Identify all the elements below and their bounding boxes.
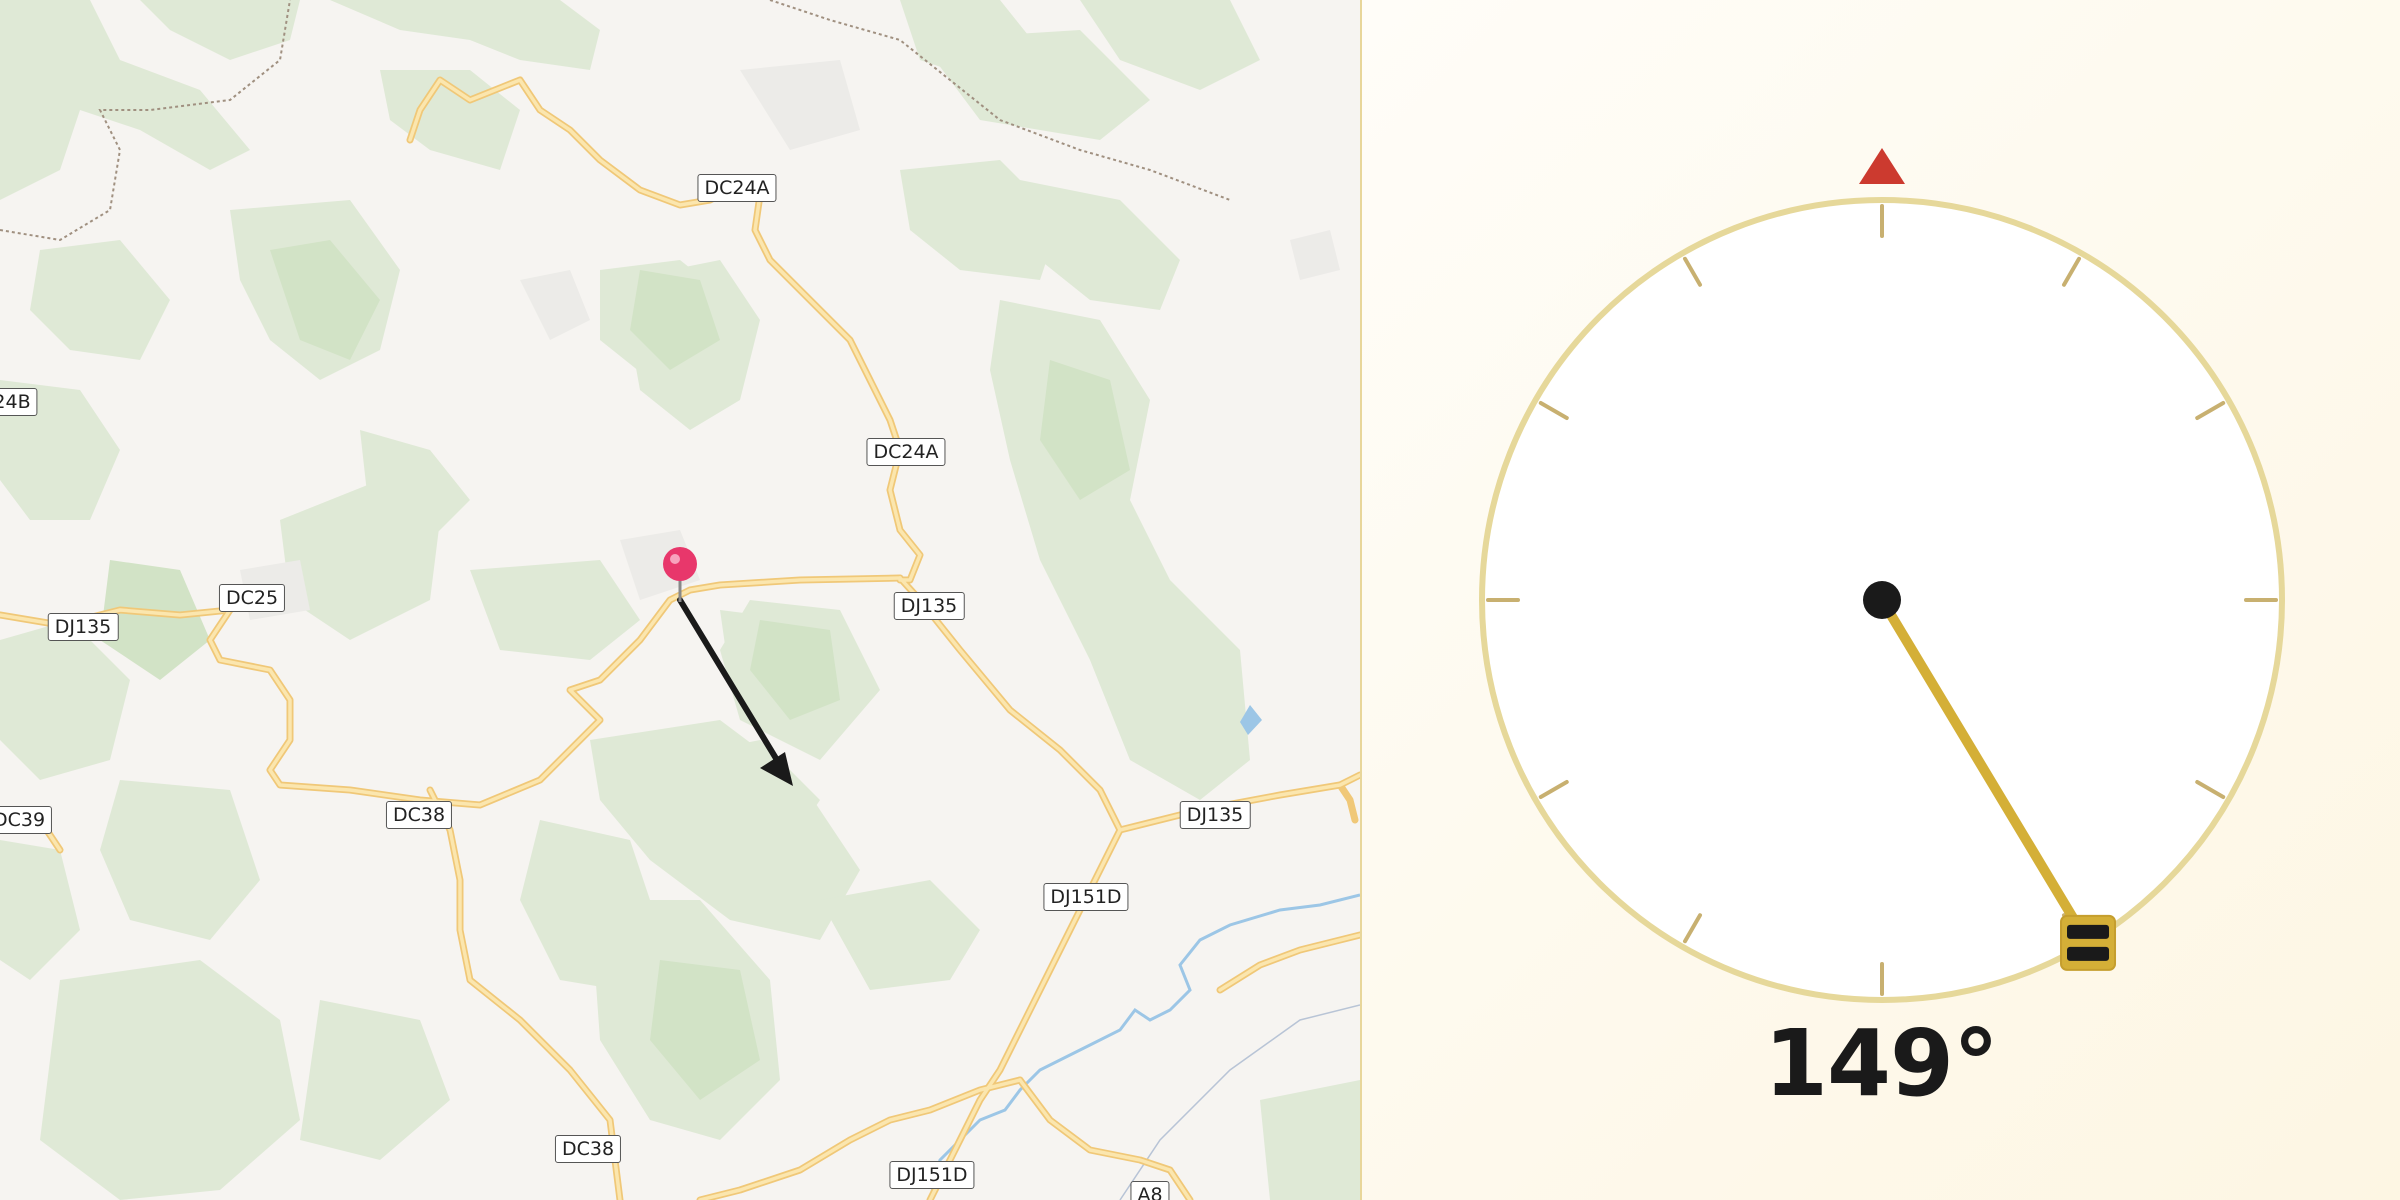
road-label-dc25: DC25	[218, 584, 286, 612]
map-canvas[interactable]	[0, 0, 1360, 1200]
pin-icon[interactable]	[663, 547, 697, 602]
road-label-dc39: DC39	[0, 806, 53, 834]
road-label-dc24b: 24B	[0, 388, 38, 416]
road-label-dc24a: DC24A	[866, 438, 946, 466]
road-label-dj135: DJ135	[893, 592, 965, 620]
heading-readout: 149°	[1763, 1010, 1999, 1117]
north-triangle-icon	[1859, 148, 1905, 184]
drag-handle-icon[interactable]	[2060, 914, 2117, 971]
road-label-dc38: DC38	[554, 1135, 622, 1163]
road-label-dj135: DJ135	[47, 613, 119, 641]
road-label-dc24a: DC24A	[697, 174, 777, 202]
road-label-dj151d: DJ151D	[1043, 883, 1129, 911]
app-root: DC24A DC24A DJ135 DJ135 DC25 24B DC39 DC…	[0, 0, 2400, 1200]
road-label-dj135: DJ135	[1179, 801, 1251, 829]
road-label-dc38: DC38	[385, 801, 453, 829]
compass-panel: 149°	[1362, 0, 2400, 1200]
road-label-a8: A8	[1130, 1181, 1170, 1200]
compass-hub	[1863, 581, 1901, 619]
road-label-dj151d: DJ151D	[889, 1161, 975, 1189]
map-view[interactable]: DC24A DC24A DJ135 DJ135 DC25 24B DC39 DC…	[0, 0, 1360, 1200]
